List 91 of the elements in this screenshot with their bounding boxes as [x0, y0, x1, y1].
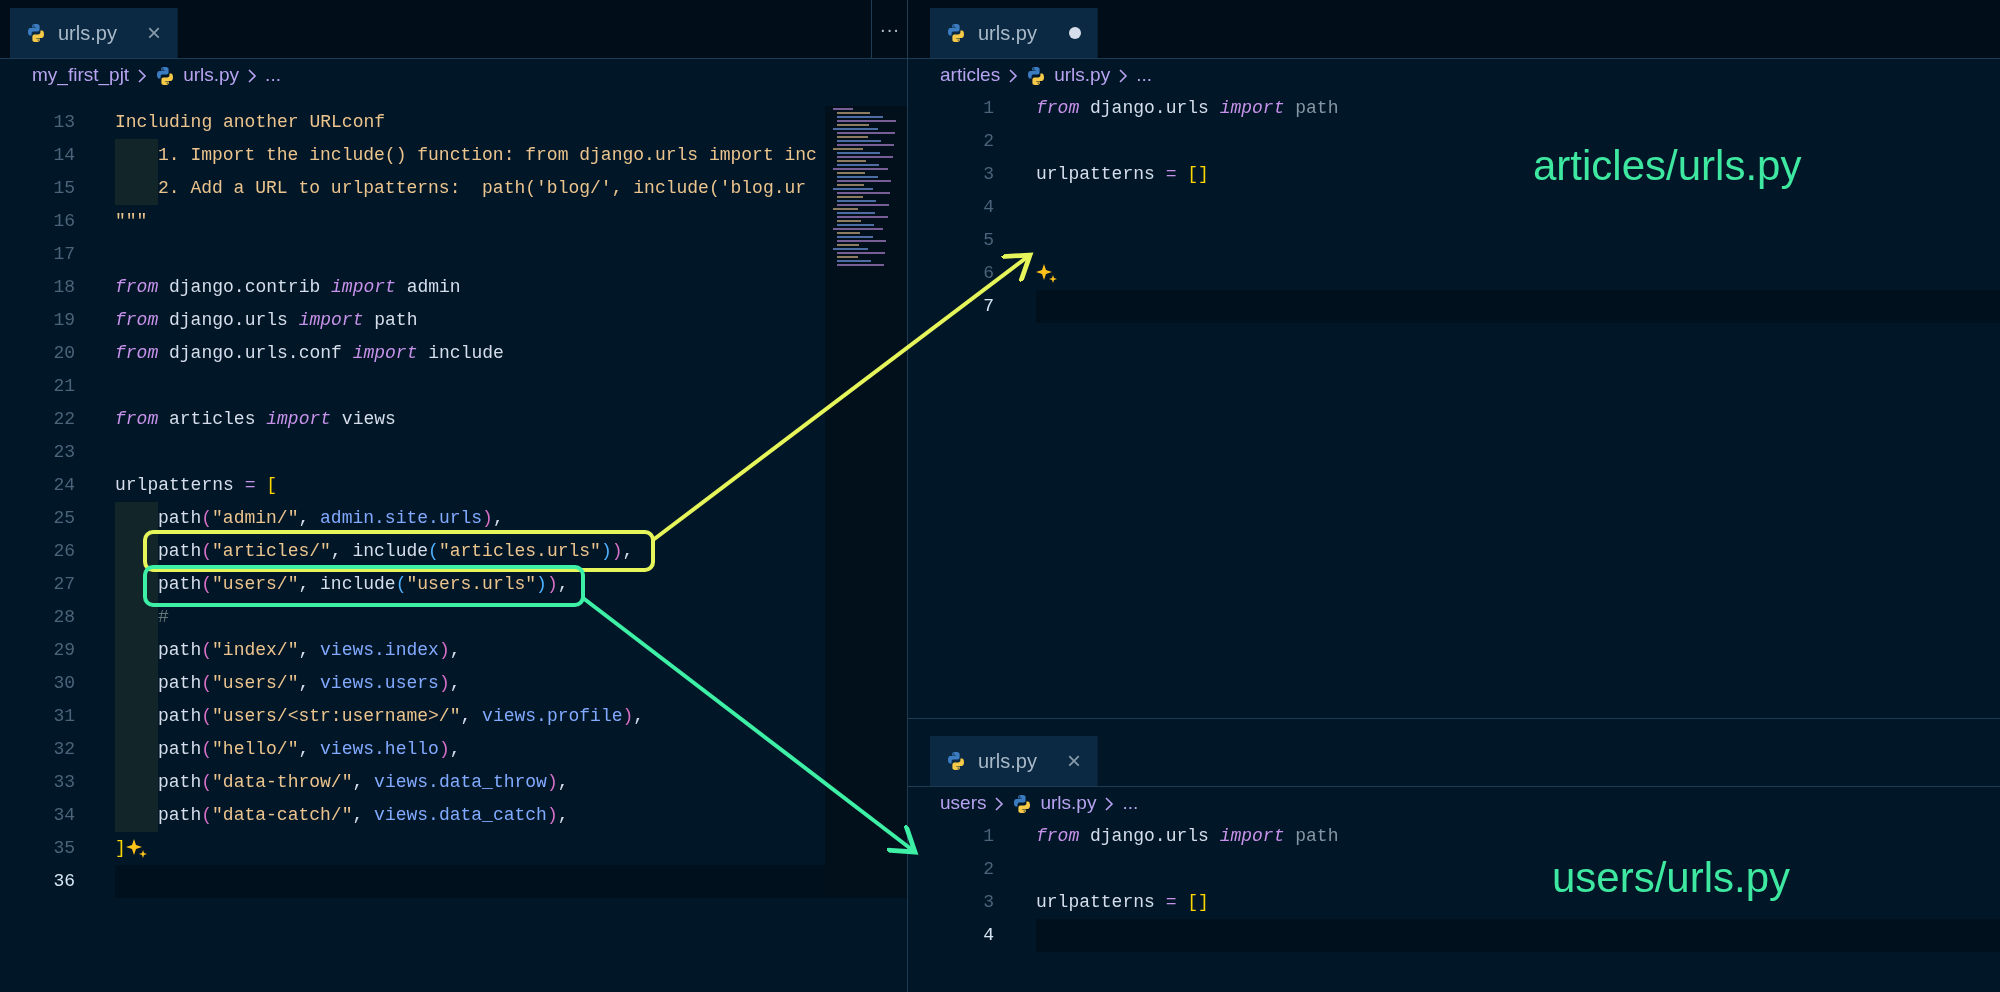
code-line: path("articles/", include("articles.urls")), — [158, 540, 634, 563]
line-number: 34 — [52, 804, 75, 827]
line-number: 31 — [52, 705, 75, 728]
more-actions-button[interactable]: ··· — [871, 0, 907, 58]
code-line: urlpatterns = [] — [1036, 891, 1209, 914]
tab-label: urls.py — [978, 749, 1037, 774]
line-number: 22 — [52, 408, 75, 431]
line-number: 35 — [52, 837, 75, 860]
chevron-icon — [137, 67, 148, 84]
line-number: 6 — [982, 262, 994, 285]
code-line: path("admin/", admin.site.urls), — [158, 507, 504, 530]
code-line: path("data-throw/", views.data_throw), — [158, 771, 569, 794]
breadcrumb-item[interactable]: my_first_pjt — [32, 61, 130, 90]
chevron-icon — [994, 795, 1005, 812]
line-number: 28 — [52, 606, 75, 629]
code-line: from django.urls.conf import include — [115, 342, 504, 365]
line-number: 19 — [52, 309, 75, 332]
code-line: from django.urls import path — [1036, 97, 1339, 120]
line-number: 36 — [52, 870, 75, 893]
line-number: 1 — [982, 825, 994, 848]
breadcrumb-item[interactable]: urls.py — [1040, 789, 1097, 818]
code-line: path("hello/", views.hello), — [158, 738, 461, 761]
chevron-icon — [247, 67, 258, 84]
python-icon — [1026, 65, 1047, 86]
code-line: from articles import views — [115, 408, 396, 431]
line-number: 3 — [982, 891, 994, 914]
line-number: 17 — [52, 243, 75, 266]
breadcrumb-item[interactable]: ... — [1136, 61, 1152, 90]
code-line: path("data-catch/", views.data_catch), — [158, 804, 569, 827]
line-number: 15 — [52, 177, 75, 200]
python-icon — [1012, 793, 1033, 814]
tab-label: urls.py — [58, 21, 117, 46]
editor-tab[interactable]: urls.py × — [10, 8, 178, 58]
breadcrumb-item[interactable]: users — [940, 789, 987, 818]
line-number: 24 — [52, 474, 75, 497]
breadcrumb-item[interactable]: urls.py — [1054, 61, 1111, 90]
code-line: # — [158, 606, 169, 629]
line-number: 14 — [52, 144, 75, 167]
python-icon — [946, 23, 966, 43]
code-line: from django.urls import path — [1036, 825, 1339, 848]
line-number: 33 — [52, 771, 75, 794]
code-line: ] — [115, 837, 126, 860]
line-number: 13 — [52, 111, 75, 134]
line-number: 20 — [52, 342, 75, 365]
code-line: Including another URLconf — [115, 111, 386, 134]
code-line: path("users/", include("users.urls")), — [158, 573, 569, 596]
code-line: urlpatterns = [] — [1036, 163, 1209, 186]
line-number: 32 — [52, 738, 75, 761]
code-line: 2. Add a URL to urlpatterns: path('blog/', include('blog.ur — [158, 177, 807, 200]
breadcrumb-item[interactable]: urls.py — [183, 61, 240, 90]
line-number: 29 — [52, 639, 75, 662]
line-number: 21 — [52, 375, 75, 398]
close-button[interactable]: × — [147, 21, 161, 45]
chevron-icon — [1104, 795, 1115, 812]
python-icon — [155, 65, 176, 86]
line-number: 25 — [52, 507, 75, 530]
code-line: path("users/<str:username>/", views.profile), — [158, 705, 645, 728]
python-icon — [26, 23, 46, 43]
code-line: from django.contrib import admin — [115, 276, 461, 299]
line-number: 27 — [52, 573, 75, 596]
code-line: urlpatterns = [ — [115, 474, 278, 497]
code-line: """ — [115, 210, 148, 233]
annotation-label: articles/urls.py — [1533, 141, 1802, 191]
line-number: 4 — [982, 924, 994, 947]
code-line: 1. Import the include() function: from django.urls import inc — [158, 144, 817, 167]
editor-tab[interactable]: urls.py × — [930, 736, 1098, 786]
code-line: from django.urls import path — [115, 309, 418, 332]
chevron-icon — [1008, 67, 1019, 84]
chevron-icon — [1118, 67, 1129, 84]
line-number: 1 — [982, 97, 994, 120]
tab-label: urls.py — [978, 21, 1037, 46]
line-number: 18 — [52, 276, 75, 299]
line-number: 16 — [52, 210, 75, 233]
editor-tab[interactable]: urls.py — [930, 8, 1098, 58]
line-number: 2 — [982, 130, 994, 153]
line-number: 7 — [982, 295, 994, 318]
line-number: 4 — [982, 196, 994, 219]
breadcrumb-item[interactable]: ... — [1122, 789, 1139, 818]
code-line: path("users/", views.users), — [158, 672, 461, 695]
line-number: 2 — [982, 858, 994, 881]
line-number: 30 — [52, 672, 75, 695]
breadcrumb-item[interactable]: articles — [940, 61, 1001, 90]
annotation-label: users/urls.py — [1552, 853, 1791, 903]
line-number: 26 — [52, 540, 75, 563]
python-icon — [946, 751, 966, 771]
line-number: 5 — [982, 229, 994, 252]
close-button[interactable]: × — [1067, 749, 1081, 773]
line-number: 23 — [52, 441, 75, 464]
breadcrumb-item[interactable]: ... — [265, 61, 281, 90]
code-line: path("index/", views.index), — [158, 639, 461, 662]
line-number: 3 — [982, 163, 994, 186]
